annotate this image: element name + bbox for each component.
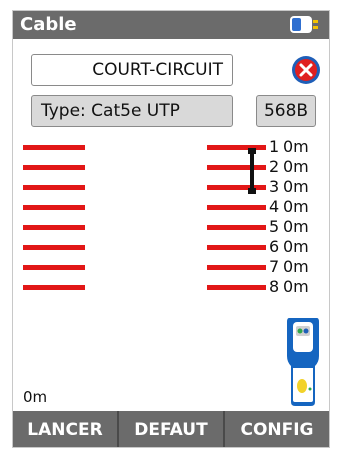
wiring-standard-text: 568B xyxy=(263,101,309,121)
wire-row-4: 4 0m xyxy=(13,197,329,217)
wire-length: 0m xyxy=(283,237,309,256)
title-bar: Cable xyxy=(13,11,329,39)
softkey-bar: LANCER DEFAUT CONFIG xyxy=(13,411,329,447)
wire-row-7: 7 0m xyxy=(13,257,329,277)
wire-length: 0m xyxy=(283,277,309,296)
test-result-text: COURT-CIRCUIT xyxy=(92,60,223,80)
remote-tester-icon xyxy=(287,318,319,406)
wire-number: 4 xyxy=(269,197,280,216)
wire-right-segment xyxy=(207,285,266,290)
wire-row-3: 3 0m xyxy=(13,177,329,197)
wire-length: 0m xyxy=(283,197,309,216)
wire-length: 0m xyxy=(283,177,309,196)
wire-row-6: 6 0m xyxy=(13,237,329,257)
wire-number: 3 xyxy=(269,177,280,196)
cable-type-text: Type: Cat5e UTP xyxy=(41,101,180,121)
short-marker-bottom xyxy=(248,188,256,194)
wire-number: 6 xyxy=(269,237,280,256)
wire-map: 1 0m 2 0m 3 0m 4 0m 5 0m 6 0m 7 0m 8 0m xyxy=(13,137,329,297)
wiring-standard-field[interactable]: 568B xyxy=(256,95,316,127)
screen-title: Cable xyxy=(20,14,77,35)
lancer-button[interactable]: LANCER xyxy=(13,411,117,447)
wire-left-segment xyxy=(23,265,85,270)
wire-number: 1 xyxy=(269,137,280,156)
cable-test-screen: Cable COURT-CIRCUIT Type: Cat5e UTP 568B xyxy=(12,10,330,448)
wire-number: 8 xyxy=(269,277,280,296)
cable-type-field[interactable]: Type: Cat5e UTP xyxy=(31,95,233,127)
wire-row-5: 5 0m xyxy=(13,217,329,237)
wire-row-8: 8 0m xyxy=(13,277,329,297)
device-frame: Cable COURT-CIRCUIT Type: Cat5e UTP 568B xyxy=(0,0,342,455)
wire-right-segment xyxy=(207,205,266,210)
close-icon[interactable] xyxy=(291,55,321,85)
wire-number: 7 xyxy=(269,257,280,276)
wire-left-segment xyxy=(23,285,85,290)
wire-left-segment xyxy=(23,225,85,230)
wire-left-segment xyxy=(23,165,85,170)
wire-length: 0m xyxy=(283,257,309,276)
wire-right-segment xyxy=(207,185,266,190)
wire-right-segment xyxy=(207,165,266,170)
wire-right-segment xyxy=(207,145,266,150)
wire-length: 0m xyxy=(283,217,309,236)
wire-length: 0m xyxy=(283,137,309,156)
wire-row-1: 1 0m xyxy=(13,137,329,157)
wire-right-segment xyxy=(207,265,266,270)
wire-left-segment xyxy=(23,145,85,150)
defaut-button[interactable]: DEFAUT xyxy=(117,411,223,447)
wire-number: 5 xyxy=(269,217,280,236)
test-result-field: COURT-CIRCUIT xyxy=(31,54,233,86)
config-button[interactable]: CONFIG xyxy=(223,411,329,447)
wire-left-segment xyxy=(23,245,85,250)
wire-number: 2 xyxy=(269,157,280,176)
wire-left-segment xyxy=(23,205,85,210)
wire-right-segment xyxy=(207,225,266,230)
wire-left-segment xyxy=(23,185,85,190)
short-circuit-marker xyxy=(250,152,254,192)
battery-icon xyxy=(290,16,318,33)
wire-right-segment xyxy=(207,245,266,250)
distance-scale-start: 0m xyxy=(23,388,48,406)
wire-length: 0m xyxy=(283,157,309,176)
wire-row-2: 2 0m xyxy=(13,157,329,177)
